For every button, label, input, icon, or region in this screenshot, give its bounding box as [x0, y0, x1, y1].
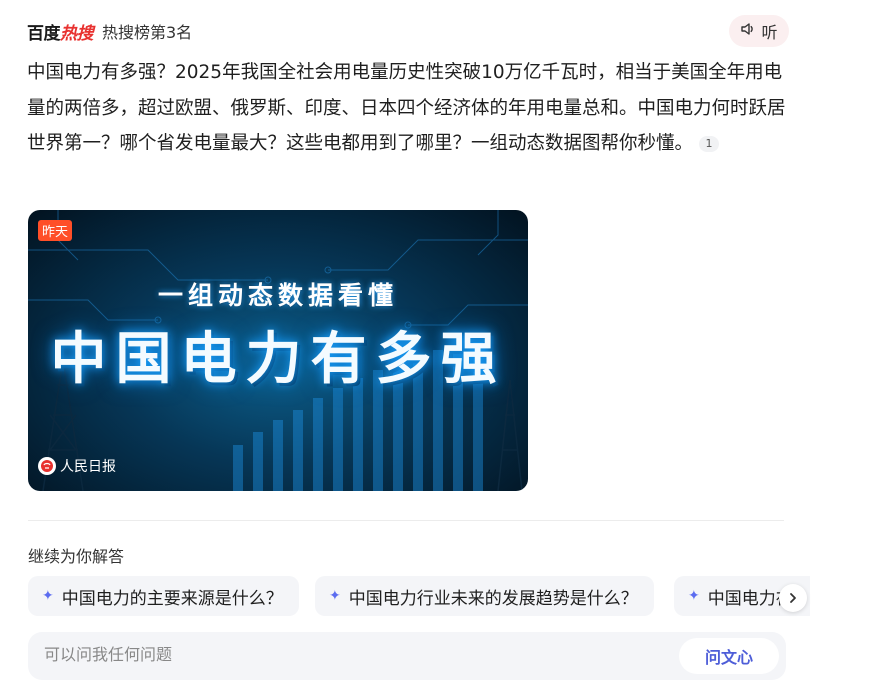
chevron-right-icon: [787, 589, 799, 608]
logo-accent-text: 热搜: [60, 23, 94, 44]
video-headline: 中国电力有多强: [50, 327, 506, 392]
hot-rank-label: 热搜榜第3名: [102, 23, 193, 42]
video-card[interactable]: 昨天 一组动态数据看懂 中国电力有多强 人民日报: [28, 210, 528, 491]
suggestion-chip[interactable]: ✦ 中国电力的主要来源是什么？: [28, 576, 299, 616]
video-source: 人民日报: [38, 456, 116, 476]
suggestion-chips: ✦ 中国电力的主要来源是什么？ ✦ 中国电力行业未来的发展趋势是什么？ ✦ 中国…: [28, 576, 810, 618]
sparkle-icon: ✦: [688, 588, 700, 604]
answer-paragraph: 中国电力有多强？2025年我国全社会用电量历史性突破10万亿千瓦时，相当于美国全…: [27, 55, 797, 162]
source-name: 人民日报: [60, 459, 116, 475]
listen-label: 听: [761, 23, 778, 42]
chips-next-button[interactable]: [779, 584, 807, 612]
ask-wenxin-button[interactable]: 问文心: [679, 638, 779, 674]
ask-input[interactable]: [42, 644, 606, 665]
ask-box: 问文心: [28, 632, 786, 680]
logo-text: 百度: [27, 23, 61, 44]
video-kicker: 一组动态数据看懂: [157, 281, 398, 310]
listen-button[interactable]: 听: [729, 15, 789, 47]
answer-text: 中国电力有多强？2025年我国全社会用电量历史性突破10万亿千瓦时，相当于美国全…: [27, 62, 786, 154]
people-daily-logo: [38, 457, 56, 475]
suggestion-text: 中国电力的主要来源是什么？: [61, 588, 283, 609]
sparkle-icon: ✦: [329, 588, 341, 604]
suggestion-chip[interactable]: ✦ 中国电力行业未来的发展趋势是什么？: [315, 576, 654, 616]
baidu-hot-logo[interactable]: 百度热搜: [27, 19, 94, 44]
speaker-icon: [740, 21, 756, 41]
header: 百度热搜 热搜榜第3名: [27, 18, 192, 44]
divider: [28, 520, 784, 521]
suggestion-text: 中国电力行业未来的发展趋势是什么？: [348, 588, 638, 609]
follow-up-title: 继续为你解答: [28, 547, 125, 566]
citation-marker[interactable]: 1: [699, 136, 720, 152]
sparkle-icon: ✦: [42, 588, 54, 604]
date-badge: 昨天: [38, 220, 73, 241]
